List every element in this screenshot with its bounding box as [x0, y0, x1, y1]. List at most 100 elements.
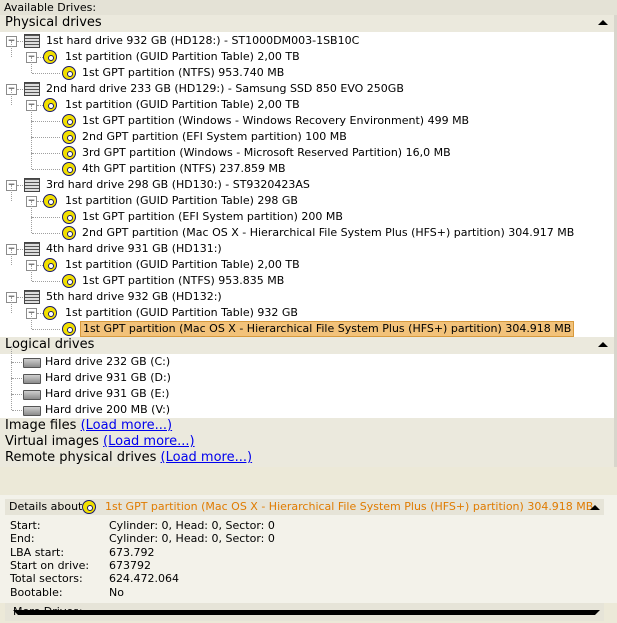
- header-title: Available Drives:: [4, 1, 97, 14]
- partition-table-row[interactable]: −1st partition (GUID Partition Table) 29…: [0, 185, 600, 209]
- drive-row[interactable]: −4th hard drive 931 GB (HD131:): [0, 241, 600, 257]
- detail-value: 673.792: [109, 545, 155, 559]
- virtual-images-load-more-link[interactable]: (Load more...): [103, 434, 195, 449]
- partition-icon: [62, 210, 76, 224]
- drive-row[interactable]: −3rd hard drive 298 GB (HD130:) - ST9320…: [0, 177, 600, 193]
- tree-connector: [12, 378, 22, 379]
- tree-connector: [11, 297, 12, 313]
- tree-connector: [31, 265, 32, 281]
- tree-connector: [31, 153, 32, 169]
- drive-row[interactable]: −2nd hard drive 233 GB (HD129:) - Samsun…: [0, 81, 600, 97]
- partition-icon: [62, 274, 76, 288]
- partition-row[interactable]: 1st GPT partition (NTFS) 953.740 MB: [0, 57, 600, 81]
- partition-icon: [62, 114, 76, 128]
- tree-connector: [17, 185, 23, 186]
- detail-value: No: [109, 585, 124, 599]
- tree-connector: [32, 329, 60, 330]
- partition-icon: [62, 146, 76, 160]
- hard-drive-icon: [24, 82, 40, 96]
- tree-connector: [12, 410, 22, 411]
- collapse-caret-icon[interactable]: [598, 342, 608, 347]
- tree-connector: [31, 105, 32, 121]
- remote-drives-label: Remote physical drives: [5, 450, 157, 465]
- logical-drive-label: Hard drive 931 GB (E:): [45, 387, 170, 400]
- drive-label: 4th hard drive 931 GB (HD131:): [46, 242, 222, 255]
- detail-key: Start on drive:: [10, 558, 90, 572]
- detail-value: 673792: [109, 558, 151, 572]
- partition-row[interactable]: 1st GPT partition (EFI System partition)…: [0, 201, 600, 225]
- virtual-images-label: Virtual images: [5, 434, 99, 449]
- detail-value: Cylinder: 0, Head: 0, Sector: 0: [109, 519, 275, 532]
- detail-key: Bootable:: [10, 585, 63, 599]
- partition-label: 1st GPT partition (NTFS) 953.740 MB: [82, 66, 285, 79]
- logical-drives-section-header[interactable]: Logical drives: [0, 337, 614, 354]
- details-selected-item: 1st GPT partition (Mac OS X - Hierarchic…: [105, 500, 594, 513]
- hard-drive-icon: [24, 178, 40, 192]
- drive-label: 5th hard drive 932 GB (HD132:): [46, 290, 222, 303]
- partition-icon: [82, 500, 96, 514]
- hard-drive-icon: [24, 290, 40, 304]
- expand-caret-icon[interactable]: [13, 610, 600, 615]
- partition-table-row[interactable]: −1st partition (GUID Partition Table) 93…: [0, 297, 600, 321]
- partition-label: 3rd GPT partition (Windows - Microsoft R…: [82, 146, 451, 159]
- collapse-caret-icon[interactable]: [590, 505, 600, 510]
- logical-drive-row[interactable]: Hard drive 232 GB (C:): [0, 346, 600, 370]
- partition-row[interactable]: 2nd GPT partition (Mac OS X - Hierarchic…: [0, 217, 600, 241]
- detail-row: Total sectors: 624.472.064: [10, 572, 600, 585]
- partition-row[interactable]: 2nd GPT partition (EFI System partition)…: [0, 121, 600, 145]
- partition-label: 2nd GPT partition (EFI System partition)…: [82, 130, 347, 143]
- logical-drive-label: Hard drive 232 GB (C:): [45, 355, 171, 368]
- remote-drives-load-more-link[interactable]: (Load more...): [161, 450, 253, 465]
- details-label: Details about:: [9, 500, 87, 513]
- tree-connector: [32, 121, 60, 122]
- partition-table-row[interactable]: −1st partition (GUID Partition Table) 2,…: [0, 41, 600, 65]
- partition-icon: [43, 258, 57, 272]
- partition-row[interactable]: 4th GPT partition (NTFS) 237.859 MB: [0, 153, 600, 177]
- tree-connector: [32, 153, 60, 154]
- tree-connector: [12, 362, 22, 363]
- collapse-caret-icon[interactable]: [598, 20, 608, 25]
- physical-drives-section-header[interactable]: Physical drives: [0, 15, 614, 32]
- hard-drive-icon: [24, 34, 40, 48]
- image-files-load-more-link[interactable]: (Load more...): [81, 418, 173, 433]
- partition-row[interactable]: 1st GPT partition (Mac OS X - Hierarchic…: [0, 313, 600, 337]
- drive-label: 1st hard drive 932 GB (HD128:) - ST1000D…: [46, 34, 360, 47]
- drive-row[interactable]: −1st hard drive 932 GB (HD128:) - ST1000…: [0, 33, 600, 49]
- partition-row[interactable]: 1st GPT partition (NTFS) 953.835 MB: [0, 265, 600, 289]
- partition-table-label: 1st partition (GUID Partition Table) 2,0…: [65, 258, 300, 271]
- partition-label: 2nd GPT partition (Mac OS X - Hierarchic…: [82, 226, 575, 239]
- detail-value: Cylinder: 0, Head: 0, Sector: 0: [109, 532, 275, 546]
- partition-label: 1st GPT partition (NTFS) 953.835 MB: [82, 274, 285, 287]
- tree-connector: [32, 217, 60, 218]
- details-header[interactable]: Details about: 1st GPT partition (Mac OS…: [5, 499, 604, 515]
- tree-connector: [11, 185, 12, 201]
- partition-row[interactable]: 3rd GPT partition (Windows - Microsoft R…: [0, 137, 600, 161]
- more-drives-header[interactable]: More Drives:: [5, 603, 604, 621]
- partition-table-row[interactable]: −1st partition (GUID Partition Table) 2,…: [0, 249, 600, 273]
- tree-connector: [31, 121, 32, 137]
- partition-icon: [62, 322, 76, 336]
- available-drives-header: Available Drives:: [0, 0, 617, 16]
- drive-row[interactable]: −5th hard drive 932 GB (HD132:): [0, 289, 600, 305]
- detail-row: Start on drive: 673792: [10, 559, 600, 572]
- drives-tree[interactable]: Physical drives −1st hard drive 932 GB (…: [0, 15, 615, 467]
- logical-drive-row[interactable]: Hard drive 200 MB (V:): [0, 394, 600, 418]
- tree-connector: [11, 394, 12, 410]
- tree-connector: [32, 137, 60, 138]
- partition-row[interactable]: 1st GPT partition (Windows - Windows Rec…: [0, 105, 600, 129]
- logical-drive-row[interactable]: Hard drive 931 GB (E:): [0, 378, 600, 402]
- logical-drive-row[interactable]: Hard drive 931 GB (D:): [0, 362, 600, 386]
- detail-key: LBA start:: [10, 545, 65, 559]
- detail-key: Total sectors:: [10, 572, 83, 586]
- detail-value: 624.472.064: [109, 572, 179, 586]
- partition-table-label: 1st partition (GUID Partition Table) 932…: [65, 306, 298, 319]
- partition-table-row[interactable]: −1st partition (GUID Partition Table) 2,…: [0, 89, 600, 113]
- detail-row: End: Cylinder: 0, Head: 0, Sector: 0: [10, 532, 600, 545]
- physical-drives-title: Physical drives: [5, 15, 102, 30]
- logical-drive-label: Hard drive 200 MB (V:): [45, 403, 171, 416]
- virtual-images-row: Virtual images (Load more...): [5, 434, 195, 449]
- partition-table-label: 1st partition (GUID Partition Table) 298…: [65, 194, 298, 207]
- remote-drives-row: Remote physical drives (Load more...): [5, 450, 252, 465]
- hard-drive-icon: [24, 242, 40, 256]
- partition-icon: [62, 66, 76, 80]
